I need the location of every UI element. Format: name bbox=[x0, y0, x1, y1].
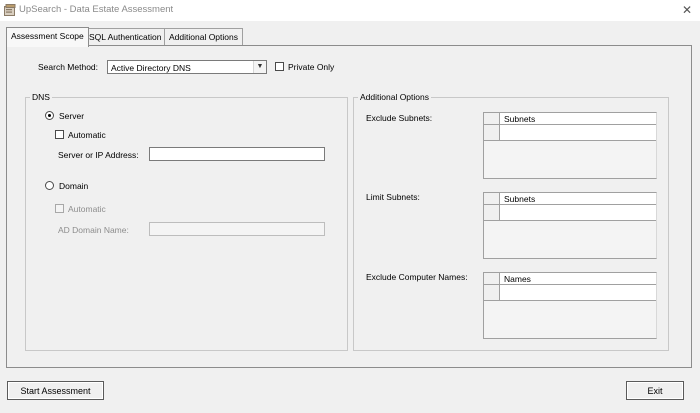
start-assessment-button[interactable]: Start Assessment bbox=[7, 381, 104, 400]
tab-panel: Search Method: Active Directory DNS ▼ Pr… bbox=[6, 45, 692, 368]
ad-domain-label: AD Domain Name: bbox=[58, 225, 129, 235]
grid-row-header[interactable] bbox=[484, 205, 500, 221]
grid-row-header[interactable] bbox=[484, 125, 500, 141]
exclude-names-label: Exclude Computer Names: bbox=[366, 272, 468, 282]
grid-row-header[interactable] bbox=[484, 285, 500, 301]
app-icon bbox=[4, 4, 16, 16]
chevron-down-icon[interactable]: ▼ bbox=[253, 61, 266, 73]
server-automatic-label: Automatic bbox=[68, 130, 106, 140]
grid-corner bbox=[484, 273, 500, 285]
server-radio-label: Server bbox=[59, 111, 85, 121]
server-address-input[interactable] bbox=[149, 147, 325, 161]
server-address-label: Server or IP Address: bbox=[58, 150, 139, 160]
tab-assessment-scope[interactable]: Assessment Scope bbox=[6, 27, 89, 47]
dns-group-title: DNS bbox=[30, 92, 52, 102]
exclude-names-new-row[interactable] bbox=[500, 285, 656, 301]
exclude-subnets-new-row[interactable] bbox=[500, 125, 656, 141]
search-method-dropdown[interactable]: Active Directory DNS ▼ bbox=[107, 60, 267, 74]
limit-subnets-new-row[interactable] bbox=[500, 205, 656, 221]
exclude-subnets-label: Exclude Subnets: bbox=[366, 113, 433, 123]
limit-subnets-grid[interactable]: Subnets bbox=[483, 192, 657, 259]
search-method-value: Active Directory DNS bbox=[111, 63, 191, 73]
exclude-names-grid[interactable]: Names bbox=[483, 272, 657, 339]
domain-automatic-label: Automatic bbox=[68, 204, 106, 214]
tab-additional-options[interactable]: Additional Options bbox=[164, 28, 243, 46]
grid-corner bbox=[484, 193, 500, 205]
private-only-checkbox[interactable] bbox=[275, 62, 284, 71]
grid-corner bbox=[484, 113, 500, 125]
exclude-subnets-grid[interactable]: Subnets bbox=[483, 112, 657, 179]
domain-radio-label: Domain bbox=[59, 181, 89, 191]
private-only-label: Private Only bbox=[288, 62, 335, 72]
additional-options-title: Additional Options bbox=[358, 92, 431, 102]
server-radio[interactable] bbox=[45, 111, 54, 120]
button-bar bbox=[0, 370, 700, 413]
window-title: UpSearch - Data Estate Assessment bbox=[19, 4, 174, 15]
exclude-names-header[interactable]: Names bbox=[500, 273, 656, 285]
close-icon[interactable]: ✕ bbox=[676, 1, 698, 19]
server-automatic-checkbox[interactable] bbox=[55, 130, 64, 139]
limit-subnets-header[interactable]: Subnets bbox=[500, 193, 656, 205]
exclude-subnets-header[interactable]: Subnets bbox=[500, 113, 656, 125]
exit-button[interactable]: Exit bbox=[626, 381, 684, 400]
search-method-label: Search Method: bbox=[38, 62, 99, 72]
domain-automatic-checkbox[interactable] bbox=[55, 204, 64, 213]
domain-radio[interactable] bbox=[45, 181, 54, 190]
limit-subnets-label: Limit Subnets: bbox=[366, 192, 420, 202]
ad-domain-input[interactable] bbox=[149, 222, 325, 236]
tab-sql-authentication[interactable]: SQL Authentication bbox=[84, 28, 167, 46]
